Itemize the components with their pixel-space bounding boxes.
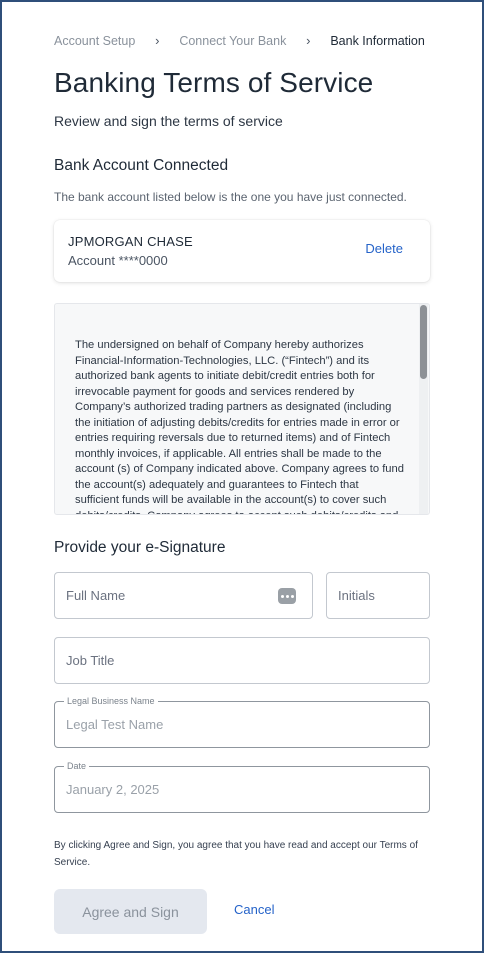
agreement-text: By clicking Agree and Sign, you agree th… [54, 840, 418, 868]
date-field: Date [54, 761, 430, 813]
job-title-input[interactable] [55, 638, 429, 683]
bank-account-number: Account ****0000 [68, 253, 168, 268]
terms-scrollbar[interactable] [419, 304, 428, 514]
bank-name: JPMORGAN CHASE [68, 234, 193, 249]
initials-input[interactable] [327, 573, 429, 618]
chevron-right-icon: › [155, 33, 160, 48]
bank-account-card: JPMORGAN CHASE Account ****0000 Delete [54, 220, 430, 282]
breadcrumb-bank-information: Bank Information [330, 33, 425, 48]
delete-bank-button[interactable]: Delete [365, 241, 403, 256]
legal-business-name-field: Legal Business Name [54, 696, 430, 748]
legal-business-name-input[interactable] [55, 702, 429, 747]
date-input[interactable] [55, 767, 429, 812]
bank-section-helper: The bank account listed below is the one… [54, 190, 407, 204]
signature-heading: Provide your e-Signature [54, 539, 226, 556]
job-title-field [54, 637, 430, 684]
agree-and-sign-button[interactable]: Agree and Sign [54, 889, 207, 934]
breadcrumb-account-setup[interactable]: Account Setup [54, 34, 135, 48]
scrollbar-thumb[interactable] [420, 305, 427, 379]
terms-scroll-box[interactable]: The undersigned on behalf of Company her… [54, 303, 430, 515]
app-frame: Account Setup › Connect Your Bank › Bank… [0, 0, 484, 953]
full-name-field [54, 572, 313, 619]
password-manager-icon[interactable] [278, 588, 296, 604]
terms-text: The undersigned on behalf of Company her… [75, 339, 404, 514]
page-title: Banking Terms of Service [54, 67, 374, 98]
initials-field [326, 572, 430, 619]
breadcrumb-connect-bank[interactable]: Connect Your Bank [179, 34, 286, 48]
breadcrumb: Account Setup › Connect Your Bank › Bank… [54, 33, 425, 48]
page-subtitle: Review and sign the terms of service [54, 113, 283, 129]
cancel-button[interactable]: Cancel [234, 902, 274, 917]
bank-section-heading: Bank Account Connected [54, 157, 229, 174]
chevron-right-icon: › [306, 33, 311, 48]
full-name-input[interactable] [55, 573, 312, 618]
